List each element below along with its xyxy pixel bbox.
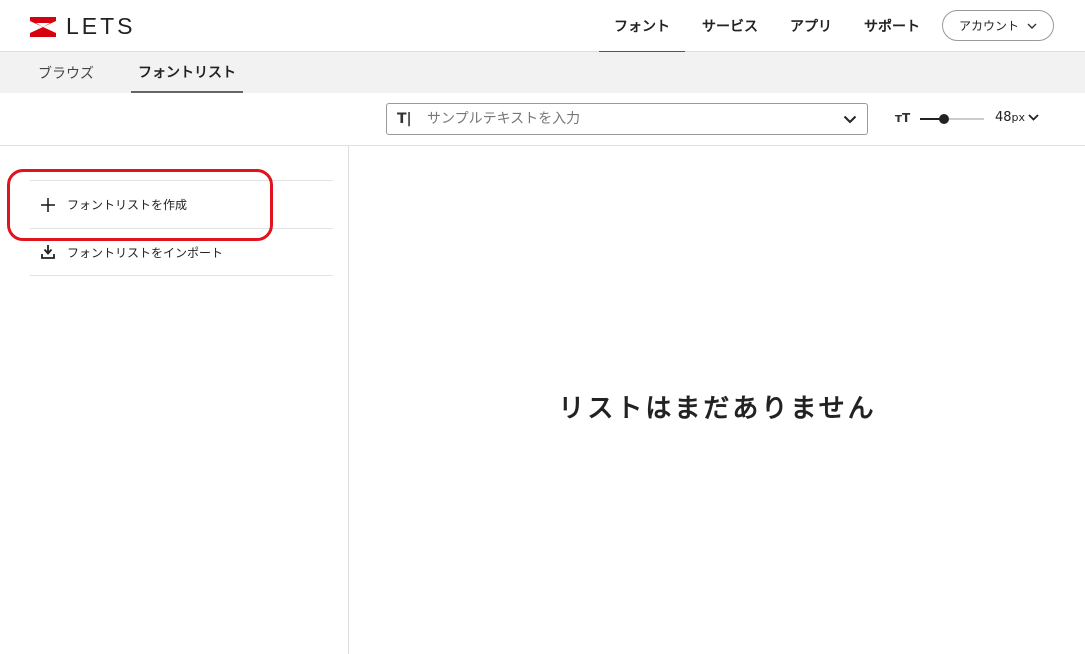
text-cursor-icon: T|	[397, 111, 412, 127]
font-size-unit: px	[1011, 111, 1026, 124]
sample-text-field[interactable]: T|	[386, 103, 868, 135]
chevron-down-icon	[1028, 114, 1039, 121]
preview-toolbar: T| тT 48px	[0, 93, 1085, 146]
font-list-content: リストはまだありません	[350, 146, 1085, 654]
sample-text-input[interactable]	[427, 111, 843, 127]
create-font-list-button[interactable]: フォントリストを作成	[30, 180, 333, 228]
account-button[interactable]: アカウント	[942, 10, 1054, 41]
tab-browse[interactable]: ブラウズ	[38, 52, 94, 93]
nav-apps-label: アプリ	[790, 19, 832, 35]
top-header: LETS フォント サービス アプリ サポート アカウント	[0, 0, 1085, 53]
tab-font-list[interactable]: フォントリスト	[131, 52, 243, 93]
tab-browse-label: ブラウズ	[38, 65, 94, 82]
nav-support-label: サポート	[864, 19, 920, 35]
lets-logo-mark-icon	[30, 16, 56, 37]
font-size-select[interactable]: 48 px	[995, 110, 1039, 125]
nav-services[interactable]: サービス	[686, 0, 774, 52]
create-font-list-label: フォントリストを作成	[67, 198, 188, 212]
empty-list-message: リストはまだありません	[558, 394, 877, 424]
chevron-down-icon	[1027, 23, 1037, 29]
font-size-value: 48	[995, 110, 1012, 125]
slider-thumb[interactable]	[939, 114, 950, 124]
font-size-icon: тT	[895, 111, 911, 125]
nav-fonts[interactable]: フォント	[598, 0, 686, 53]
nav-support[interactable]: サポート	[848, 0, 936, 52]
font-size-slider[interactable]	[920, 113, 984, 125]
plus-icon	[40, 197, 56, 213]
download-icon	[40, 244, 56, 260]
logo-text: LETS	[66, 13, 136, 39]
chevron-down-icon[interactable]	[843, 115, 857, 124]
import-font-list-label: フォントリストをインポート	[67, 245, 224, 260]
font-list-sidebar: フォントリストを作成 フォントリストをインポート	[0, 146, 349, 654]
nav-services-label: サービス	[702, 19, 758, 35]
account-label: アカウント	[958, 19, 1019, 33]
sub-nav: ブラウズ フォントリスト	[0, 52, 1085, 93]
main-nav: フォント サービス アプリ サポート	[598, 0, 936, 53]
nav-apps[interactable]: アプリ	[774, 0, 848, 52]
nav-fonts-label: フォント	[614, 19, 670, 35]
import-font-list-button[interactable]: フォントリストをインポート	[30, 228, 333, 276]
lets-logo[interactable]: LETS	[30, 13, 136, 40]
tab-font-list-label: フォントリスト	[138, 64, 236, 81]
